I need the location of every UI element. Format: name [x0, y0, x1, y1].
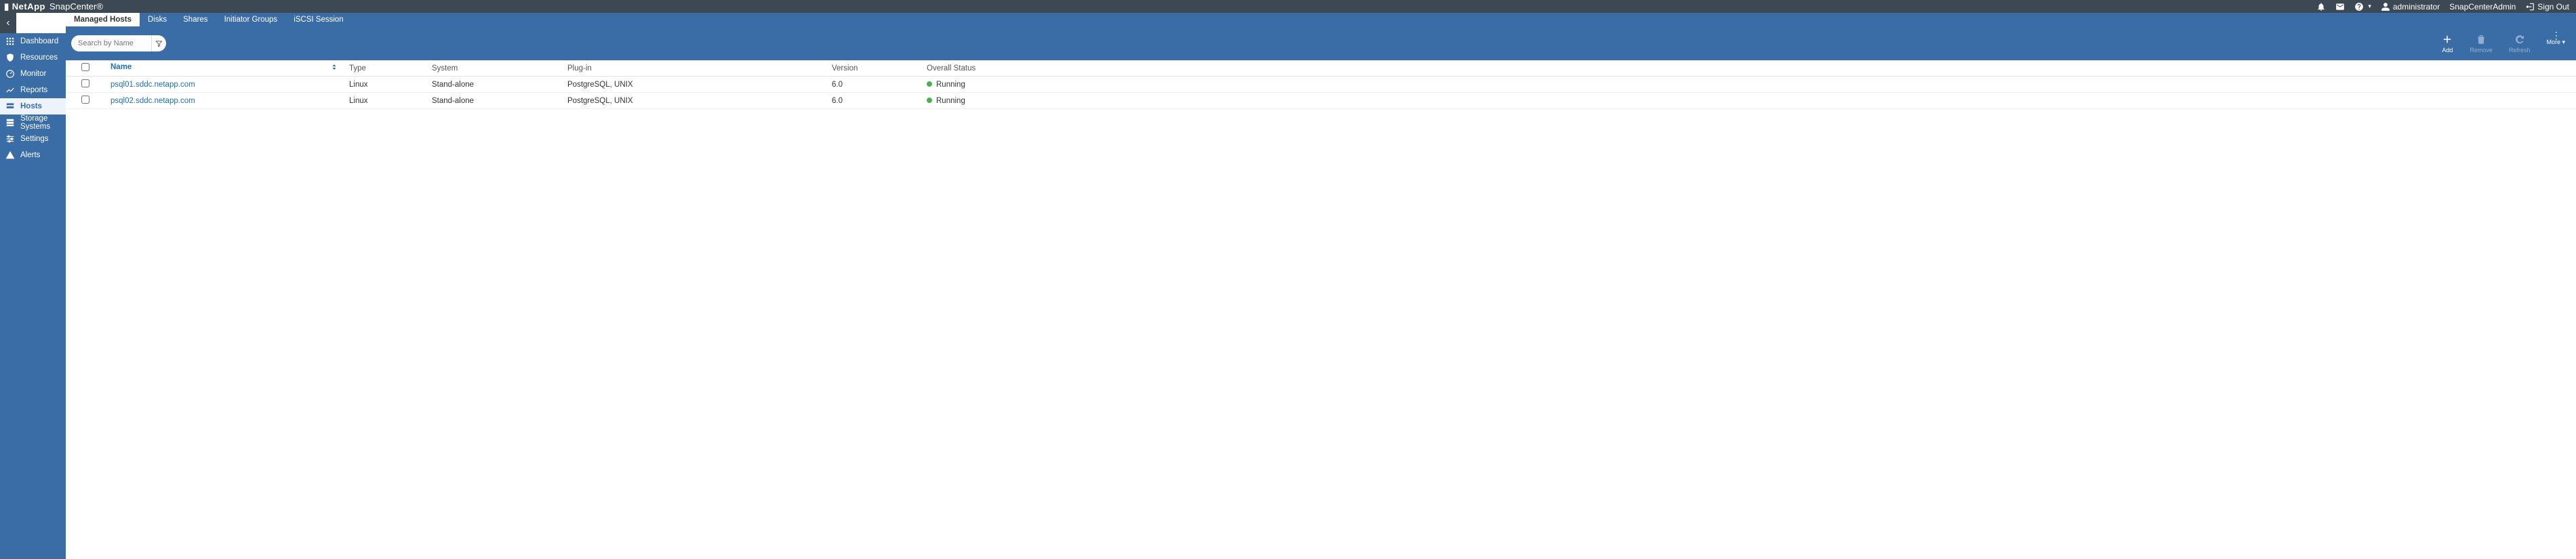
- plus-icon: [2441, 33, 2453, 45]
- sidebar-item-storage[interactable]: Storage Systems: [0, 115, 66, 131]
- filter-button[interactable]: [151, 35, 166, 51]
- kebab-icon: ⋮: [2552, 33, 2560, 37]
- monitor-icon: [5, 69, 15, 79]
- col-plugin[interactable]: Plug-in: [562, 60, 826, 77]
- host-link[interactable]: psql01.sddc.netapp.com: [110, 81, 195, 89]
- cell-plugin: PostgreSQL, UNIX: [562, 77, 826, 93]
- sidebar-item-monitor[interactable]: Monitor: [0, 66, 66, 82]
- tab-managed-hosts[interactable]: Managed Hosts: [66, 13, 140, 26]
- status-dot-icon: [927, 98, 932, 103]
- row-checkbox[interactable]: [81, 79, 89, 87]
- cell-status: Running: [921, 77, 2576, 93]
- add-label: Add: [2442, 47, 2453, 54]
- col-system[interactable]: System: [426, 60, 562, 77]
- sidebar-item-label: Storage Systems: [20, 115, 60, 131]
- app-header: ▮ NetApp SnapCenter® ▾ administrator Sna…: [0, 0, 2576, 13]
- remove-button[interactable]: Remove: [2470, 33, 2493, 54]
- host-link[interactable]: psql02.sddc.netapp.com: [110, 97, 195, 105]
- cell-type: Linux: [344, 93, 426, 109]
- col-version[interactable]: Version: [826, 60, 921, 77]
- remove-label: Remove: [2470, 47, 2493, 54]
- add-button[interactable]: Add: [2441, 33, 2453, 54]
- sidebar-item-dashboard[interactable]: Dashboard: [0, 33, 66, 49]
- sidebar-item-label: Hosts: [20, 102, 42, 110]
- sidebar-item-label: Monitor: [20, 70, 46, 78]
- sidebar-item-label: Resources: [20, 54, 58, 62]
- sidebar-item-label: Reports: [20, 86, 47, 94]
- role-label[interactable]: SnapCenterAdmin: [2449, 2, 2516, 12]
- sign-out-button[interactable]: Sign Out: [2525, 2, 2569, 12]
- sidebar-item-label: Alerts: [20, 151, 40, 159]
- tab-shares[interactable]: Shares: [175, 13, 216, 26]
- col-type[interactable]: Type: [344, 60, 426, 77]
- cell-system: Stand-alone: [426, 93, 562, 109]
- sidebar-item-settings[interactable]: Settings: [0, 131, 66, 147]
- settings-icon: [5, 134, 15, 144]
- brand-logo: ▮ NetApp: [4, 1, 45, 12]
- sidebar-item-alerts[interactable]: Alerts: [0, 147, 66, 163]
- cell-status: Running: [921, 93, 2576, 109]
- refresh-label: Refresh: [2509, 47, 2531, 54]
- table-header-row: Name Type System Plug-in Version Overall…: [66, 60, 2576, 77]
- select-all-checkbox[interactable]: [81, 63, 89, 71]
- hosts-icon: [5, 102, 15, 111]
- shield-icon: [5, 53, 15, 62]
- mail-icon[interactable]: [2335, 2, 2345, 12]
- sidebar-item-reports[interactable]: Reports: [0, 82, 66, 98]
- cell-name: psql02.sddc.netapp.com: [105, 93, 344, 109]
- hosts-table: Name Type System Plug-in Version Overall…: [66, 60, 2576, 109]
- caret-down-icon: ▾: [2368, 3, 2371, 10]
- chart-icon: [5, 85, 15, 95]
- host-tabs: Managed Hosts Disks Shares Initiator Gro…: [66, 13, 2576, 26]
- sidebar-collapse-button[interactable]: [0, 13, 16, 33]
- cell-type: Linux: [344, 77, 426, 93]
- user-name: administrator: [2393, 2, 2440, 12]
- tab-iscsi-session[interactable]: iSCSI Session: [285, 13, 352, 26]
- tab-disks[interactable]: Disks: [140, 13, 175, 26]
- storage-icon: [5, 118, 15, 127]
- toolbar-band: Add Remove Refresh ⋮ More ▾: [66, 26, 2576, 60]
- help-menu[interactable]: ▾: [2354, 2, 2371, 12]
- sidebar-item-hosts[interactable]: Hosts: [0, 98, 66, 115]
- status-dot-icon: [927, 81, 932, 87]
- sidebar: Dashboard Resources Monitor Reports Host…: [0, 33, 66, 559]
- col-name[interactable]: Name: [105, 60, 344, 77]
- refresh-button[interactable]: Refresh: [2509, 33, 2531, 54]
- cell-name: psql01.sddc.netapp.com: [105, 77, 344, 93]
- more-button[interactable]: ⋮ More ▾: [2546, 33, 2565, 46]
- more-label: More ▾: [2546, 39, 2565, 46]
- table-row: psql01.sddc.netapp.com LinuxStand-alonePo…: [66, 77, 2576, 93]
- cell-system: Stand-alone: [426, 77, 562, 93]
- cell-version: 6.0: [826, 77, 921, 93]
- refresh-icon: [2514, 33, 2526, 45]
- sidebar-item-resources[interactable]: Resources: [0, 49, 66, 66]
- sidebar-item-label: Dashboard: [20, 37, 58, 45]
- table-row: psql02.sddc.netapp.com LinuxStand-alonePo…: [66, 93, 2576, 109]
- trash-icon: [2475, 33, 2487, 45]
- cell-plugin: PostgreSQL, UNIX: [562, 93, 826, 109]
- col-status[interactable]: Overall Status: [921, 60, 2576, 77]
- search-input[interactable]: [71, 35, 151, 51]
- sidebar-item-label: Settings: [20, 135, 49, 143]
- product-name: SnapCenter®: [49, 1, 103, 12]
- sort-asc-icon: [330, 63, 338, 73]
- alert-icon: [5, 150, 15, 160]
- row-checkbox[interactable]: [81, 96, 89, 104]
- tab-initiator-groups[interactable]: Initiator Groups: [216, 13, 286, 26]
- grid-icon: [5, 37, 15, 46]
- hosts-table-container: Name Type System Plug-in Version Overall…: [66, 60, 2576, 559]
- cell-version: 6.0: [826, 93, 921, 109]
- user-menu[interactable]: administrator: [2381, 2, 2440, 12]
- notifications-icon[interactable]: [2316, 2, 2326, 12]
